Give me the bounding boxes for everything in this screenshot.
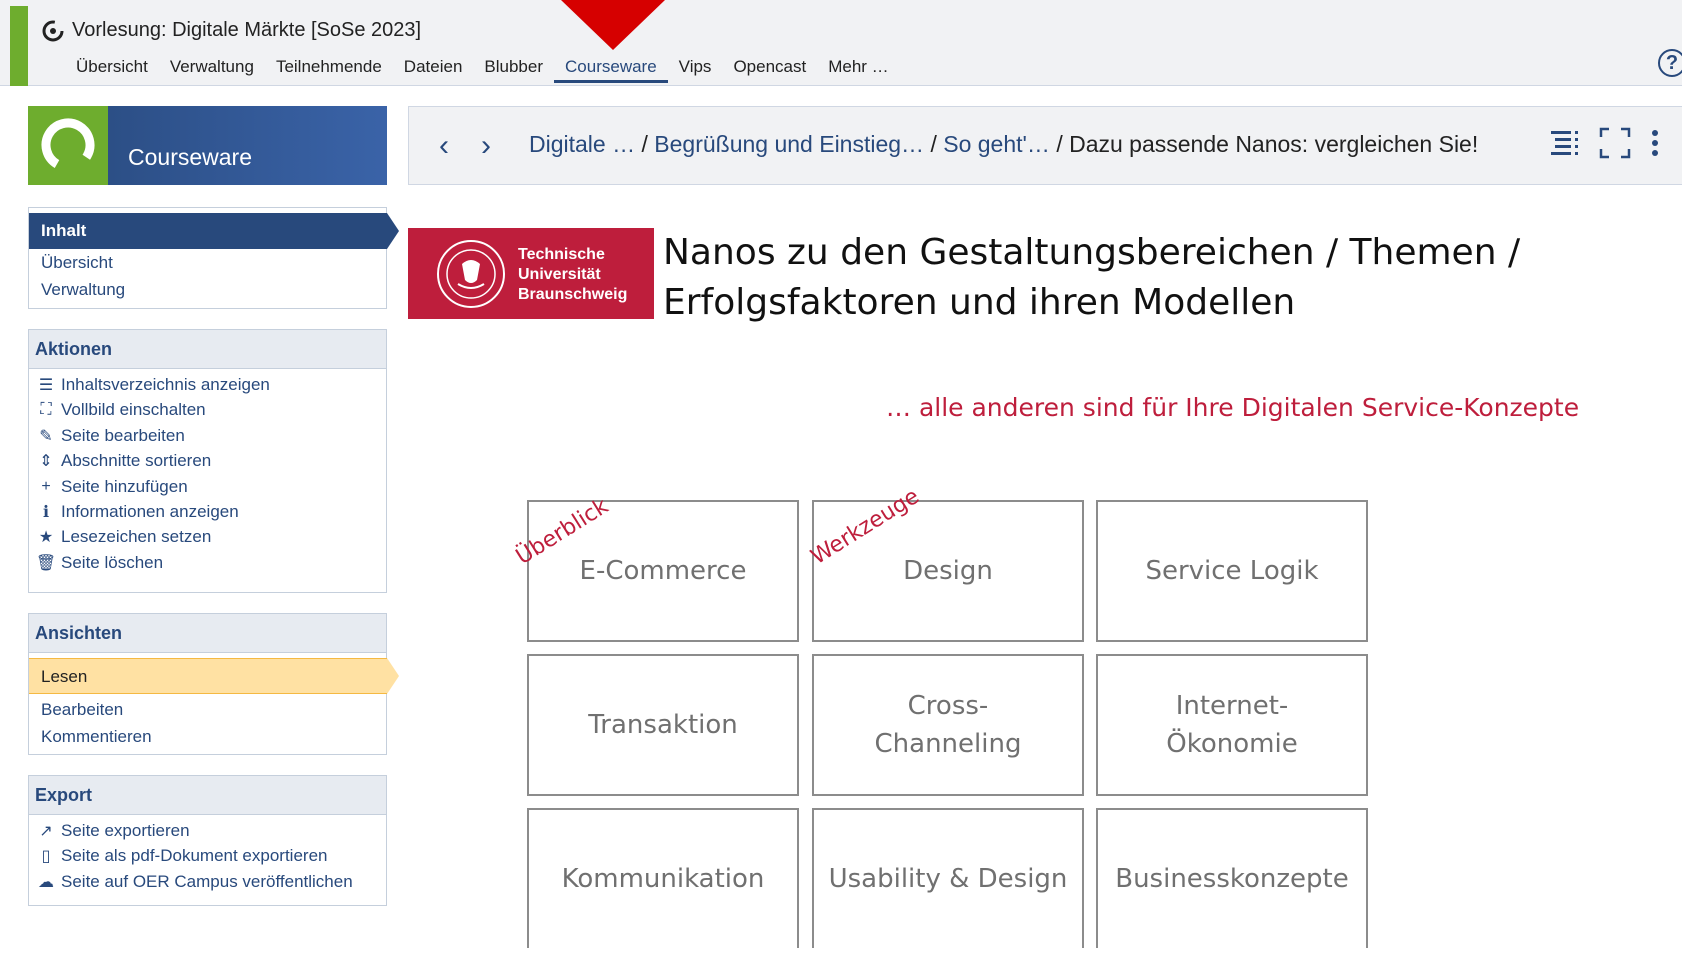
course-header: Vorlesung: Digitale Märkte [SoSe 2023] Ü… (0, 0, 1682, 86)
star-icon: ★ (38, 529, 54, 547)
action-label: Lesezeichen setzen (61, 527, 212, 547)
plus-icon: + (41, 477, 51, 495)
action-label: Seite als pdf-Dokument exportieren (61, 846, 328, 866)
action-label: Seite löschen (61, 552, 164, 572)
topic-box: Service Logik (1096, 500, 1368, 642)
tab-vips[interactable]: Vips (668, 56, 723, 83)
action-label: Seite exportieren (61, 821, 190, 840)
view-item-kommentieren[interactable]: Kommentieren (41, 727, 152, 747)
action-info[interactable]: ℹ Informationen anzeigen (35, 501, 239, 523)
tab-übersicht[interactable]: Übersicht (65, 56, 159, 83)
view-item-bearbeiten[interactable]: Bearbeiten (41, 700, 123, 720)
action-star[interactable]: ★ Lesezeichen setzen (35, 526, 211, 548)
tab-mehr-[interactable]: Mehr … (817, 56, 899, 83)
tab-verwaltung[interactable]: Verwaltung (159, 56, 265, 83)
breadcrumb-item[interactable]: Begrüßung und Einstieg… (654, 131, 924, 157)
action-label: Vollbild einschalten (61, 400, 206, 420)
topic-box: Kommunikation (527, 808, 799, 948)
action-label: Inhaltsverzeichnis anzeigen (61, 375, 270, 394)
action-label: Seite hinzufügen (61, 476, 188, 496)
tab-blubber[interactable]: Blubber (473, 56, 554, 83)
action-trash[interactable]: 🗑 Seite löschen (35, 552, 163, 574)
tab-opencast[interactable]: Opencast (722, 56, 817, 83)
action-sort[interactable]: ⇕ Abschnitte sortieren (35, 450, 211, 472)
action-oer-campus[interactable]: ☁ Seite auf OER Campus veröffentlichen (35, 871, 353, 893)
university-seal-icon (437, 240, 505, 308)
tab-teilnehmende[interactable]: Teilnehmende (265, 56, 393, 83)
action-plus[interactable]: + Seite hinzufügen (35, 476, 188, 498)
export-widget: Export ↗ Seite exportieren ▯ Seite als pdf-… (28, 775, 387, 906)
fullscreen-icon: ⛶ (40, 401, 52, 419)
tu-logo-text: Technische Universität Braunschweig (518, 246, 628, 303)
nav-item-inhalt[interactable]: Inhalt (29, 213, 399, 249)
courseware-nav: Inhalt Übersicht Verwaltung (28, 207, 399, 309)
views-widget: Ansichten Lesen Bearbeiten Kommentieren (28, 613, 399, 755)
courseware-title: Courseware (128, 144, 252, 170)
breadcrumb-item[interactable]: Digitale … (529, 131, 635, 157)
toc-icon: ☰ (38, 377, 54, 394)
action-pdf[interactable]: ▯ Seite als pdf-Dokument exportieren (35, 845, 328, 867)
action-label: Abschnitte sortieren (61, 451, 212, 471)
course-title: Vorlesung: Digitale Märkte [SoSe 2023] (72, 19, 422, 41)
topic-box: Internet- Ökonomie (1096, 654, 1368, 796)
action-label: Seite bearbeiten (61, 425, 185, 445)
topic-box: Cross- Channeling (812, 654, 1084, 796)
next-page-icon[interactable]: › (481, 129, 491, 163)
fullscreen-icon[interactable] (1599, 127, 1631, 159)
course-icon (42, 20, 64, 42)
previous-page-icon[interactable]: ‹ (439, 129, 449, 163)
nav-item-label: Inhalt (41, 221, 87, 240)
toc-icon[interactable] (1549, 127, 1581, 159)
courseware-toolbar: ‹ › Digitale … / Begrüßung und Einstieg…… (408, 106, 1682, 185)
view-item-lesen[interactable]: Lesen (29, 658, 399, 694)
breadcrumb: Digitale … / Begrüßung und Einstieg… / S… (529, 131, 1479, 157)
views-heading: Ansichten (29, 614, 386, 653)
slide-title-line: Erfolgsfaktoren und ihren Modellen (663, 282, 1296, 323)
help-icon[interactable]: ? (1658, 49, 1682, 77)
course-tabs: Übersicht Verwaltung Teilnehmende Dateien Bl… (65, 56, 900, 83)
breadcrumb-current: Dazu passende Nanos: vergleichen Sie! (1069, 131, 1479, 157)
nav-item-uebersicht[interactable]: Übersicht (41, 253, 113, 273)
actions-widget: Aktionen ☰ Inhaltsverzeichnis anzeigen ⛶ Vo… (28, 329, 387, 593)
actions-heading: Aktionen (29, 330, 386, 369)
info-icon: ℹ (42, 504, 50, 521)
pdf-icon: ▯ (41, 848, 51, 866)
action-label: Seite auf OER Campus veröffentlichen (61, 871, 353, 891)
topic-box: Businesskonzepte (1096, 808, 1368, 948)
slide-subtitle: … alle anderen sind für Ihre Digitalen S… (886, 393, 1580, 422)
export-icon: ↗ (39, 823, 53, 840)
topic-box: Usability & Design (812, 808, 1084, 948)
action-fullscreen[interactable]: ⛶ Vollbild einschalten (35, 399, 206, 421)
action-label: Informationen anzeigen (61, 502, 239, 521)
oer-campus-icon: ☁ (38, 873, 54, 891)
tu-braunschweig-logo: Technische Universität Braunschweig (408, 228, 654, 319)
slide-title: Nanos zu den Gestaltungsbereichen / Them… (663, 228, 1520, 328)
action-toc[interactable]: ☰ Inhaltsverzeichnis anzeigen (35, 374, 270, 396)
action-export[interactable]: ↗ Seite exportieren (35, 820, 190, 842)
export-heading: Export (29, 776, 386, 815)
action-edit-page[interactable]: ✎ Seite bearbeiten (35, 425, 185, 447)
slide-title-line: Nanos zu den Gestaltungsbereichen / Them… (663, 232, 1521, 273)
red-pointer-arrow (561, 0, 665, 50)
courseware-banner: Courseware (28, 106, 387, 185)
course-color-bar (10, 6, 28, 86)
trash-icon: 🗑 (35, 554, 57, 572)
more-menu-icon[interactable] (1649, 127, 1661, 159)
tab-courseware[interactable]: Courseware (554, 56, 668, 83)
topic-box: Transaktion (527, 654, 799, 796)
breadcrumb-item[interactable]: So geht'… (943, 131, 1050, 157)
nav-item-verwaltung[interactable]: Verwaltung (41, 280, 125, 300)
view-item-label: Lesen (41, 667, 88, 686)
courseware-logo-icon (28, 106, 108, 185)
sort-icon: ⇕ (39, 453, 53, 471)
edit-page-icon: ✎ (39, 427, 53, 445)
tab-dateien[interactable]: Dateien (393, 56, 474, 83)
